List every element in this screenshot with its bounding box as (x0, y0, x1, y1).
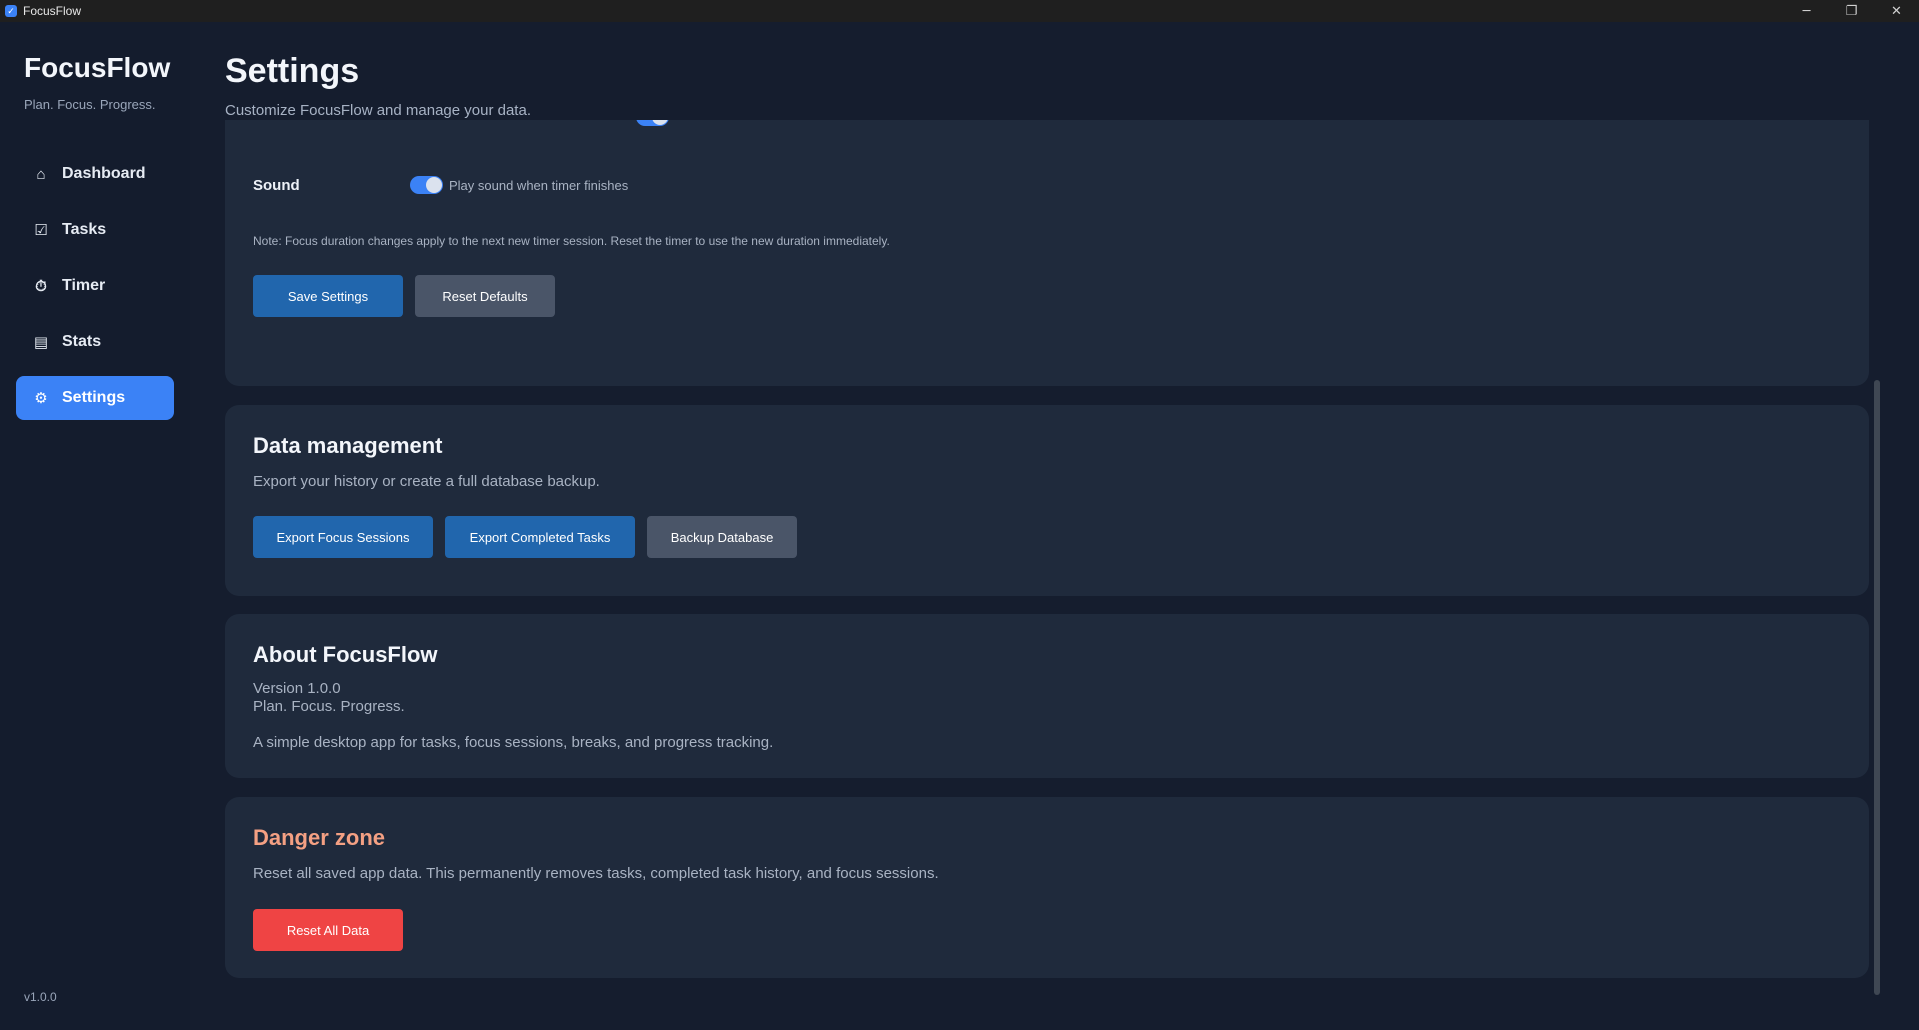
data-management-card: Data management Export your history or c… (225, 405, 1869, 596)
sidebar-item-label: Tasks (62, 221, 107, 238)
sidebar-nav: ⌂ Dashboard ☑ Tasks ⏱ Timer ▤ Stats ⚙ Se… (16, 152, 174, 432)
sound-toggle-text: Play sound when timer finishes (449, 177, 629, 193)
brand-title: FocusFlow (24, 52, 171, 83)
about-description: A simple desktop app for tasks, focus se… (253, 734, 774, 751)
sidebar-item-label: Timer (62, 277, 106, 294)
data-management-description: Export your history or create a full dat… (253, 473, 600, 490)
dashboard-icon: ⌂ (36, 165, 46, 183)
sound-label: Sound (253, 176, 300, 194)
reset-defaults-button[interactable]: Reset Defaults (415, 275, 555, 317)
window-title: FocusFlow (23, 4, 82, 18)
brand-tagline: Plan. Focus. Progress. (24, 97, 156, 112)
export-completed-tasks-button[interactable]: Export Completed Tasks (445, 516, 635, 558)
page-title: Settings (225, 52, 360, 90)
maximize-button[interactable]: ❐ (1829, 0, 1874, 22)
sidebar-item-label: Stats (62, 333, 102, 350)
page-subtitle: Customize FocusFlow and manage your data… (225, 102, 531, 119)
sidebar-item-stats[interactable]: ▤ Stats (16, 320, 174, 364)
checkbox-icon: ☑ (34, 222, 48, 239)
preferences-card: Sound Play sound when timer finishes Not… (225, 120, 1869, 386)
sidebar: FocusFlow Plan. Focus. Progress. ⌂ Dashb… (0, 22, 190, 1030)
sidebar-item-label: Settings (62, 389, 126, 406)
window-titlebar: ✓ FocusFlow ─ ❐ ✕ (0, 0, 1919, 22)
minimize-button[interactable]: ─ (1784, 0, 1829, 22)
about-title: About FocusFlow (253, 642, 438, 667)
danger-zone-title: Danger zone (253, 825, 386, 850)
settings-note: Note: Focus duration changes apply to th… (253, 234, 890, 248)
sidebar-item-tasks[interactable]: ☑ Tasks (16, 208, 174, 252)
sidebar-item-settings[interactable]: ⚙ Settings (16, 376, 174, 420)
toggle-knob (426, 177, 442, 193)
export-focus-sessions-button[interactable]: Export Focus Sessions (253, 516, 433, 558)
sidebar-item-dashboard[interactable]: ⌂ Dashboard (16, 152, 174, 196)
stopwatch-icon: ⏱ (35, 277, 47, 295)
about-card: About FocusFlow Version 1.0.0 Plan. Focu… (225, 614, 1869, 778)
about-version: Version 1.0.0 (253, 680, 341, 697)
save-settings-button[interactable]: Save Settings (253, 275, 403, 317)
sidebar-item-timer[interactable]: ⏱ Timer (16, 264, 174, 308)
danger-zone-card: Danger zone Reset all saved app data. Th… (225, 797, 1869, 978)
sound-setting-row: Sound Play sound when timer finishes (253, 176, 628, 194)
backup-database-button[interactable]: Backup Database (647, 516, 797, 558)
reset-all-data-button[interactable]: Reset All Data (253, 909, 403, 951)
app-logo-icon: ✓ (5, 5, 17, 17)
close-button[interactable]: ✕ (1874, 0, 1919, 22)
danger-zone-description: Reset all saved app data. This permanent… (253, 865, 939, 882)
gear-icon: ⚙ (34, 390, 48, 407)
sound-toggle[interactable] (410, 176, 443, 194)
notifications-toggle[interactable] (636, 120, 669, 126)
scrollbar-thumb[interactable] (1874, 380, 1880, 995)
data-management-title: Data management (253, 433, 443, 458)
chart-icon: ▤ (33, 334, 49, 351)
sidebar-item-label: Dashboard (62, 165, 146, 182)
app-version: v1.0.0 (24, 990, 57, 1004)
window-controls: ─ ❐ ✕ (1784, 0, 1919, 22)
about-tagline: Plan. Focus. Progress. (253, 698, 405, 715)
